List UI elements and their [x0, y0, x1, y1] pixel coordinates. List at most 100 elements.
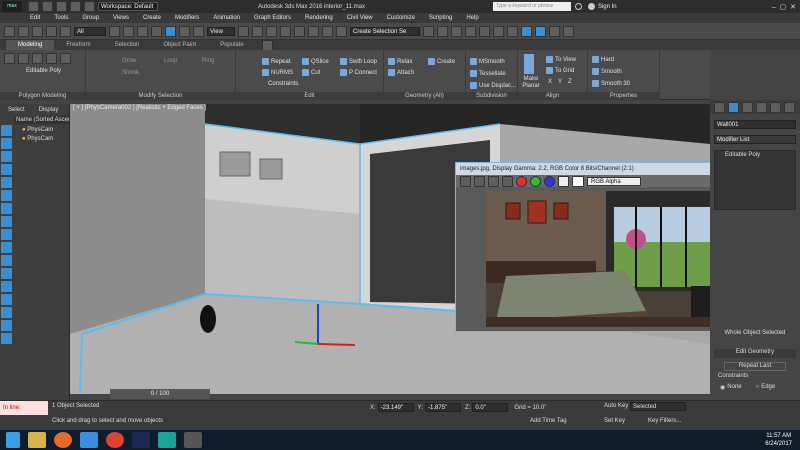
- light-bulb-icon[interactable]: ●: [22, 127, 26, 133]
- menu-scripting[interactable]: Scripting: [429, 15, 452, 21]
- window-controls[interactable]: – ▢ ✕: [772, 3, 796, 11]
- element-icon[interactable]: [60, 53, 71, 64]
- display-all-icon[interactable]: [1, 294, 12, 305]
- smooth30-button[interactable]: Smooth 30: [592, 80, 630, 87]
- swift-loop-button[interactable]: Swift Loop: [340, 58, 377, 65]
- object-name-field[interactable]: Wall001: [714, 120, 796, 129]
- workspace-dropdown[interactable]: Workspace: Default: [98, 2, 158, 11]
- redo-tool-icon[interactable]: [18, 25, 29, 37]
- app-logo[interactable]: max: [2, 1, 22, 12]
- menu-help[interactable]: Help: [466, 15, 478, 21]
- internet-explorer-icon[interactable]: [80, 432, 98, 448]
- scene-column-header[interactable]: Name (Sorted Ascen: [14, 116, 69, 124]
- menu-views[interactable]: Views: [113, 15, 129, 21]
- display-hidden-icon[interactable]: [1, 281, 12, 292]
- curve-editor-icon[interactable]: [479, 25, 490, 37]
- select-and-move-icon[interactable]: [165, 25, 176, 37]
- group-label[interactable]: Subdivision: [466, 92, 517, 100]
- redo-icon[interactable]: [84, 1, 95, 12]
- material-editor-icon[interactable]: [507, 25, 518, 37]
- display-shapes-icon[interactable]: [1, 151, 12, 162]
- x-coordinate-field[interactable]: -23.149": [377, 403, 414, 412]
- motion-panel-icon[interactable]: [756, 101, 767, 113]
- display-containers-icon[interactable]: [1, 255, 12, 266]
- copy-image-icon[interactable]: [474, 175, 485, 187]
- window-crossing-icon[interactable]: [151, 25, 162, 37]
- nurms-button[interactable]: NURMS: [262, 69, 293, 76]
- menu-group[interactable]: Group: [82, 15, 99, 21]
- align-y-button[interactable]: Y: [558, 79, 562, 85]
- tab-freeform[interactable]: Freeform: [54, 40, 102, 50]
- y-coordinate-field[interactable]: -1.875": [425, 403, 462, 412]
- key-selection-dropdown[interactable]: Selected: [630, 402, 686, 411]
- clear-icon[interactable]: [502, 175, 513, 187]
- hierarchy-panel-icon[interactable]: [742, 101, 753, 113]
- auto-key-button[interactable]: Auto Key: [604, 403, 628, 409]
- menu-modifiers[interactable]: Modifiers: [175, 15, 199, 21]
- channel-display-dropdown[interactable]: RGB Alpha: [587, 176, 641, 186]
- smooth-button[interactable]: Smooth: [592, 68, 622, 75]
- color-swatch[interactable]: [572, 175, 584, 187]
- modifier-stack-item[interactable]: Editable Poly: [715, 151, 795, 160]
- repeat-button[interactable]: Repeat: [262, 58, 290, 65]
- menu-graph-editors[interactable]: Graph Editors: [254, 15, 291, 21]
- edge-icon[interactable]: [18, 53, 29, 64]
- sort-icon[interactable]: [1, 333, 12, 344]
- maxscript-listener[interactable]: In line:: [0, 401, 48, 415]
- edit-named-selection-icon[interactable]: [336, 25, 347, 37]
- vertex-icon[interactable]: [4, 53, 15, 64]
- to-grid-button[interactable]: To Grid: [546, 67, 574, 74]
- select-by-name-icon[interactable]: [123, 25, 134, 37]
- system-clock[interactable]: 11:57 AM 6/24/2017: [765, 432, 792, 448]
- menu-tools[interactable]: Tools: [54, 15, 68, 21]
- display-none-icon[interactable]: [1, 125, 12, 136]
- selection-filter-dropdown[interactable]: All: [74, 26, 106, 36]
- utilities-panel-icon[interactable]: [784, 101, 795, 113]
- group-label[interactable]: Geometry (All): [384, 92, 465, 100]
- toggle-ribbon-icon[interactable]: [465, 25, 476, 37]
- make-planar-button[interactable]: Make Planar: [520, 76, 542, 90]
- green-channel-icon[interactable]: [530, 175, 541, 187]
- select-and-scale-icon[interactable]: [193, 25, 204, 37]
- create-panel-icon[interactable]: [714, 101, 725, 113]
- grow-button[interactable]: Grow: [122, 58, 136, 64]
- scene-tab-select[interactable]: Select: [8, 107, 25, 113]
- modifier-list-dropdown[interactable]: Modifier List: [714, 135, 796, 144]
- z-coordinate-field[interactable]: 0.0": [472, 403, 509, 412]
- scene-item[interactable]: ● PhysCam: [22, 135, 69, 144]
- none-radio[interactable]: ◉: [720, 384, 725, 391]
- save-file-icon[interactable]: [56, 1, 67, 12]
- angle-snap-icon[interactable]: [294, 25, 305, 37]
- to-view-button[interactable]: To View: [546, 56, 576, 63]
- undo-icon[interactable]: [70, 1, 81, 12]
- group-label[interactable]: Modify Selection: [86, 92, 235, 100]
- menu-edit[interactable]: Edit: [30, 15, 40, 21]
- tab-modeling[interactable]: Modeling: [6, 40, 55, 50]
- shrink-button[interactable]: Shrink: [122, 70, 139, 76]
- video-app-icon[interactable]: [184, 432, 202, 448]
- select-manipulate-icon[interactable]: [252, 25, 263, 37]
- repeat-last-button[interactable]: Repeat Last: [724, 362, 786, 371]
- display-lights-icon[interactable]: [1, 164, 12, 175]
- loop-button[interactable]: Loop: [164, 58, 177, 64]
- scene-item[interactable]: ● PhysCam: [22, 126, 69, 135]
- pivot-point-icon[interactable]: [238, 25, 249, 37]
- light-bulb-icon[interactable]: ●: [22, 136, 26, 142]
- tab-object-paint[interactable]: Object Paint: [151, 40, 208, 50]
- display-xrefs-icon[interactable]: [1, 229, 12, 240]
- scene-tab-display[interactable]: Display: [39, 107, 59, 113]
- edge-radio[interactable]: ○: [756, 384, 760, 390]
- clone-window-icon[interactable]: [488, 175, 499, 187]
- search-input[interactable]: Type a keyword or phrase: [492, 2, 571, 11]
- tab-populate[interactable]: Populate: [208, 40, 256, 50]
- cut-button[interactable]: Cut: [302, 69, 320, 76]
- unlink-icon[interactable]: [46, 25, 57, 37]
- menu-civil-view[interactable]: Civil View: [347, 15, 373, 21]
- modify-panel-icon[interactable]: [728, 101, 739, 113]
- new-scene-icon[interactable]: [28, 1, 39, 12]
- select-object-icon[interactable]: [109, 25, 120, 37]
- set-key-button[interactable]: Set Key: [604, 418, 625, 424]
- display-influences-icon[interactable]: [1, 320, 12, 331]
- firefox-icon[interactable]: [54, 432, 72, 448]
- edit-geometry-rollout[interactable]: Edit Geometry: [714, 349, 796, 358]
